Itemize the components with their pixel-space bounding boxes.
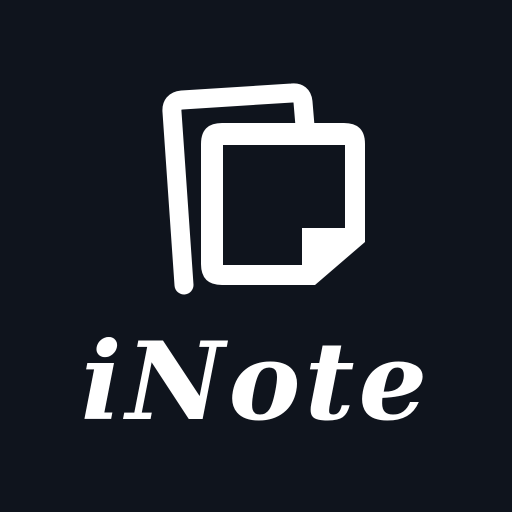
app-name: iNote <box>80 319 432 445</box>
